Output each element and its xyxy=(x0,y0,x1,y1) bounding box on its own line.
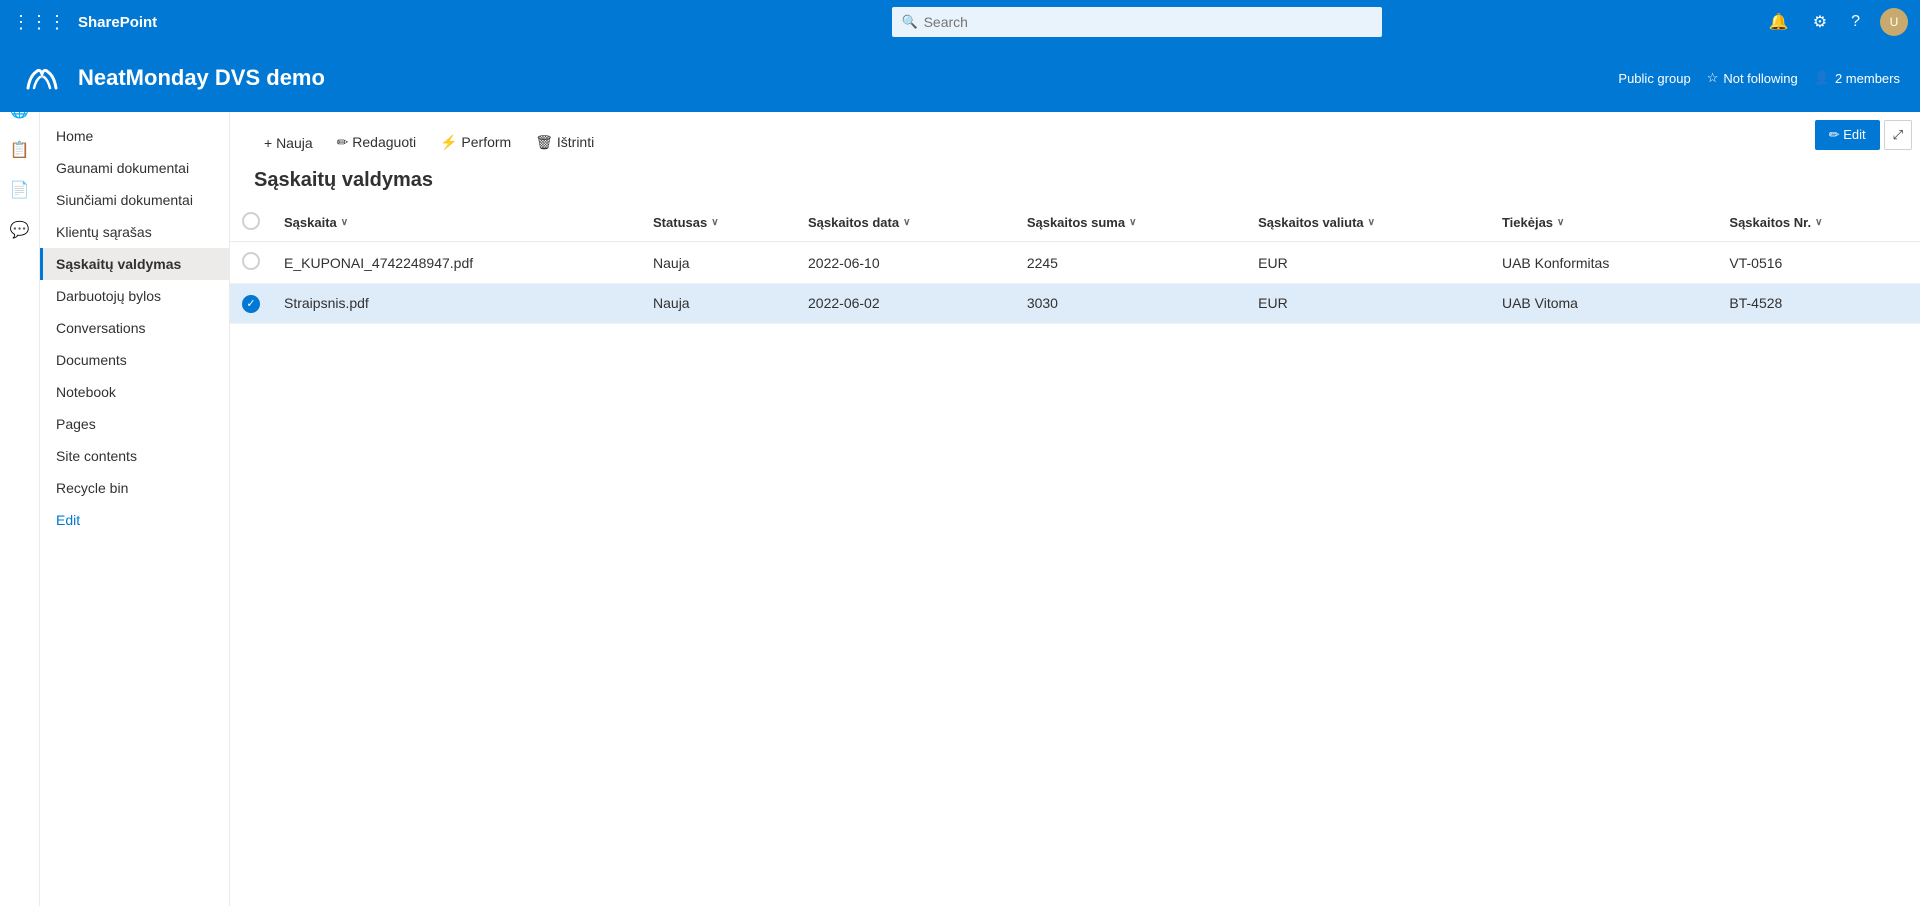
row-nr: VT-0516 xyxy=(1717,242,1920,284)
row-nr: BT-4528 xyxy=(1717,284,1920,324)
nav-item-edit[interactable]: Edit xyxy=(40,504,229,536)
sort-icon-suma: ∨ xyxy=(1129,217,1136,228)
nav-item-siunčiami[interactable]: Siunčiami dokumentai xyxy=(40,184,229,216)
content-actions: ✏ Edit ⤢ xyxy=(1807,112,1920,158)
nav-item-documents[interactable]: Documents xyxy=(40,344,229,376)
nav-item-gaunami[interactable]: Gaunami dokumentai xyxy=(40,152,229,184)
app-name: SharePoint xyxy=(78,14,157,31)
sidebar-chat-icon[interactable]: 💬 xyxy=(2,212,38,248)
row-tiekejas: UAB Vitoma xyxy=(1490,284,1717,324)
new-button[interactable]: + Nauja xyxy=(254,129,323,157)
edit-page-button[interactable]: ✏ Edit xyxy=(1815,120,1880,150)
search-input[interactable] xyxy=(892,7,1382,37)
edit-button[interactable]: ✏ Redaguoti xyxy=(327,128,426,157)
icon-sidebar: 🏠 🌐 📋 📄 💬 xyxy=(0,44,40,906)
not-following[interactable]: ☆ Not following xyxy=(1707,70,1798,86)
row-checkbox[interactable]: ✓ xyxy=(230,284,272,324)
public-group[interactable]: Public group xyxy=(1618,71,1690,86)
nav-item-site-contents[interactable]: Site contents xyxy=(40,440,229,472)
nav-item-klientu[interactable]: Klientų sąrašas xyxy=(40,216,229,248)
list-table: Sąskaita∨ Statusas∨ Sąskaitos data∨ Sąsk… xyxy=(230,204,1920,324)
row-suma: 3030 xyxy=(1015,284,1246,324)
row-saskaita[interactable]: E_KUPONAI_4742248947.pdf xyxy=(272,242,641,284)
sort-icon-statusas: ∨ xyxy=(711,217,718,228)
avatar[interactable]: U xyxy=(1880,8,1908,36)
row-data: 2022-06-10 xyxy=(796,242,1015,284)
th-saskaitos-nr[interactable]: Sąskaitos Nr.∨ xyxy=(1717,204,1920,242)
list-toolbar: + Nauja ✏ Redaguoti ⚡ Perform 🗑 Ištrinti xyxy=(230,112,1920,165)
th-statusas[interactable]: Statusas∨ xyxy=(641,204,796,242)
nav-item-pages[interactable]: Pages xyxy=(40,408,229,440)
nav-item-home[interactable]: Home xyxy=(40,120,229,152)
waffle-icon[interactable]: ⋮⋮⋮ xyxy=(12,12,66,33)
settings-icon[interactable]: ⚙ xyxy=(1809,8,1831,36)
row-data: 2022-06-02 xyxy=(796,284,1015,324)
row-suma: 2245 xyxy=(1015,242,1246,284)
site-meta: Public group ☆ Not following 👤 2 members xyxy=(1618,70,1900,86)
row-valiuta: EUR xyxy=(1246,242,1490,284)
help-icon[interactable]: ? xyxy=(1847,9,1864,35)
sort-icon-data: ∨ xyxy=(903,217,910,228)
th-saskaita[interactable]: Sąskaita∨ xyxy=(272,204,641,242)
sort-icon-valiuta: ∨ xyxy=(1368,217,1375,228)
row-statusas: Nauja xyxy=(641,284,796,324)
row-checkbox[interactable] xyxy=(230,242,272,284)
search-wrapper: 🔍 xyxy=(892,7,1382,37)
star-icon: ☆ xyxy=(1707,70,1719,86)
sort-icon-nr: ∨ xyxy=(1815,217,1822,228)
page-title: Sąskaitų valdymas xyxy=(230,165,1920,204)
nav-item-notebook[interactable]: Notebook xyxy=(40,376,229,408)
row-valiuta: EUR xyxy=(1246,284,1490,324)
nav-item-recycle-bin[interactable]: Recycle bin xyxy=(40,472,229,504)
main-content: ✏ Edit ⤢ + Nauja ✏ Redaguoti ⚡ Perform 🗑… xyxy=(230,112,1920,906)
site-header: NeatMonday DVS demo Public group ☆ Not f… xyxy=(0,44,1920,112)
row-tiekejas: UAB Konformitas xyxy=(1490,242,1717,284)
nav-sidebar: Home Gaunami dokumentai Siunčiami dokume… xyxy=(40,112,230,906)
table-row[interactable]: E_KUPONAI_4742248947.pdf Nauja 2022-06-1… xyxy=(230,242,1920,284)
perform-button[interactable]: ⚡ Perform xyxy=(430,128,521,157)
nav-item-darbuotoju[interactable]: Darbuotojų bylos xyxy=(40,280,229,312)
fullscreen-button[interactable]: ⤢ xyxy=(1884,120,1912,150)
site-logo xyxy=(20,60,64,97)
th-saskaitos-data[interactable]: Sąskaitos data∨ xyxy=(796,204,1015,242)
members-icon: 👤 xyxy=(1814,70,1830,86)
site-title: NeatMonday DVS demo xyxy=(78,65,325,91)
sidebar-documents-icon[interactable]: 📋 xyxy=(2,132,38,168)
topbar: ⋮⋮⋮ SharePoint 🔍 🔔 ⚙ ? U xyxy=(0,0,1920,44)
sort-icon-tiekejas: ∨ xyxy=(1557,217,1564,228)
nav-item-conversations[interactable]: Conversations xyxy=(40,312,229,344)
th-checkbox[interactable] xyxy=(230,204,272,242)
table-row[interactable]: ✓ Straipsnis.pdf Nauja 2022-06-02 3030 E… xyxy=(230,284,1920,324)
th-saskaitos-suma[interactable]: Sąskaitos suma∨ xyxy=(1015,204,1246,242)
nav-item-saskaitu[interactable]: Sąskaitų valdymas xyxy=(40,248,229,280)
members-count[interactable]: 👤 2 members xyxy=(1814,70,1900,86)
row-statusas: Nauja xyxy=(641,242,796,284)
sort-icon-saskaita: ∨ xyxy=(341,217,348,228)
th-saskaitos-valiuta[interactable]: Sąskaitos valiuta∨ xyxy=(1246,204,1490,242)
delete-button[interactable]: 🗑 Ištrinti xyxy=(525,128,604,157)
sidebar-pages-icon[interactable]: 📄 xyxy=(2,172,38,208)
topbar-actions: 🔔 ⚙ ? U xyxy=(1765,8,1908,36)
search-icon: 🔍 xyxy=(902,14,918,30)
row-saskaita[interactable]: Straipsnis.pdf xyxy=(272,284,641,324)
notifications-icon[interactable]: 🔔 xyxy=(1765,8,1793,36)
th-tiekejas[interactable]: Tiekėjas∨ xyxy=(1490,204,1717,242)
